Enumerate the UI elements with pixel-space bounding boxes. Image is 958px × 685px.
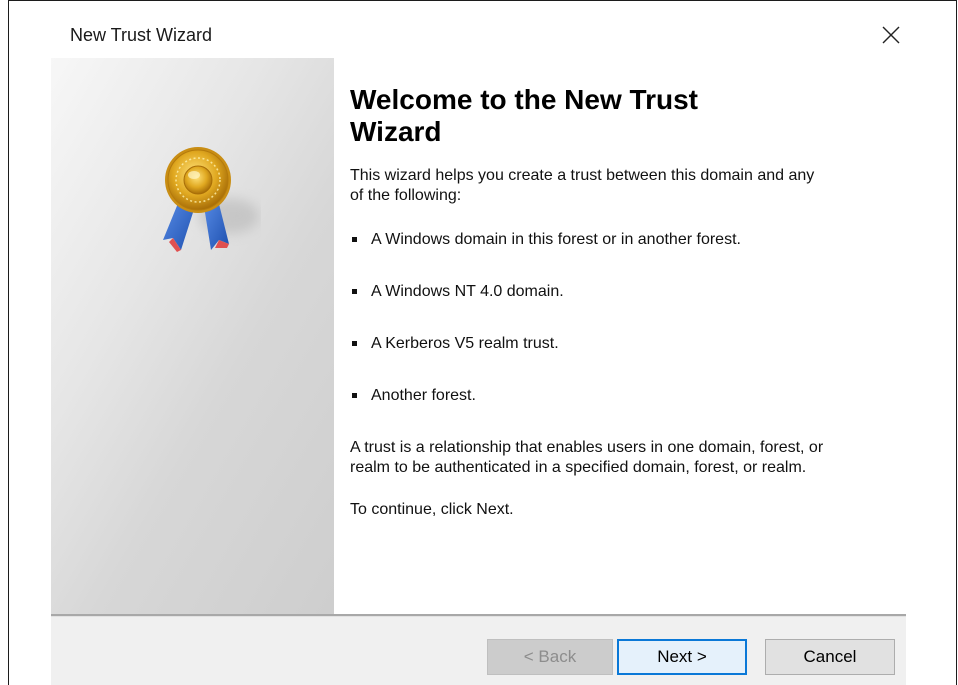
bullet-icon: [352, 289, 357, 294]
list-item: A Kerberos V5 realm trust.: [350, 334, 890, 354]
list-item: Another forest.: [350, 386, 890, 406]
side-banner: [51, 58, 334, 614]
wizard-content: Welcome to the New Trust Wizard This wiz…: [350, 58, 890, 520]
next-button[interactable]: Next >: [617, 639, 747, 675]
back-button[interactable]: < Back: [487, 639, 613, 675]
option-text: A Windows domain in this forest or in an…: [371, 231, 741, 248]
welcome-heading: Welcome to the New Trust Wizard: [350, 84, 890, 148]
wizard-body: Welcome to the New Trust Wizard This wiz…: [51, 58, 906, 614]
heading-line-2: Wizard: [350, 116, 442, 147]
award-medal-icon: [163, 147, 259, 252]
button-bar: < Back Next > Cancel: [51, 617, 906, 685]
bullet-icon: [352, 237, 357, 242]
continue-instruction: To continue, click Next.: [350, 501, 514, 518]
window-title: New Trust Wizard: [70, 25, 213, 45]
list-item: A Windows domain in this forest or in an…: [350, 230, 890, 250]
option-text: A Windows NT 4.0 domain.: [371, 283, 564, 300]
heading-line-1: Welcome to the New Trust: [350, 84, 698, 115]
option-text: A Kerberos V5 realm trust.: [371, 335, 559, 352]
title-bar: New Trust Wizard: [9, 1, 956, 59]
bullet-icon: [352, 341, 357, 346]
list-item: A Windows NT 4.0 domain.: [350, 282, 890, 302]
trust-description: A trust is a relationship that enables u…: [350, 439, 824, 476]
close-icon: [882, 26, 900, 44]
intro-text: This wizard helps you create a trust bet…: [350, 167, 815, 204]
option-text: Another forest.: [371, 387, 476, 404]
cancel-button[interactable]: Cancel: [765, 639, 895, 675]
trust-options-list: A Windows domain in this forest or in an…: [350, 230, 890, 406]
close-button[interactable]: [871, 17, 911, 53]
bullet-icon: [352, 393, 357, 398]
